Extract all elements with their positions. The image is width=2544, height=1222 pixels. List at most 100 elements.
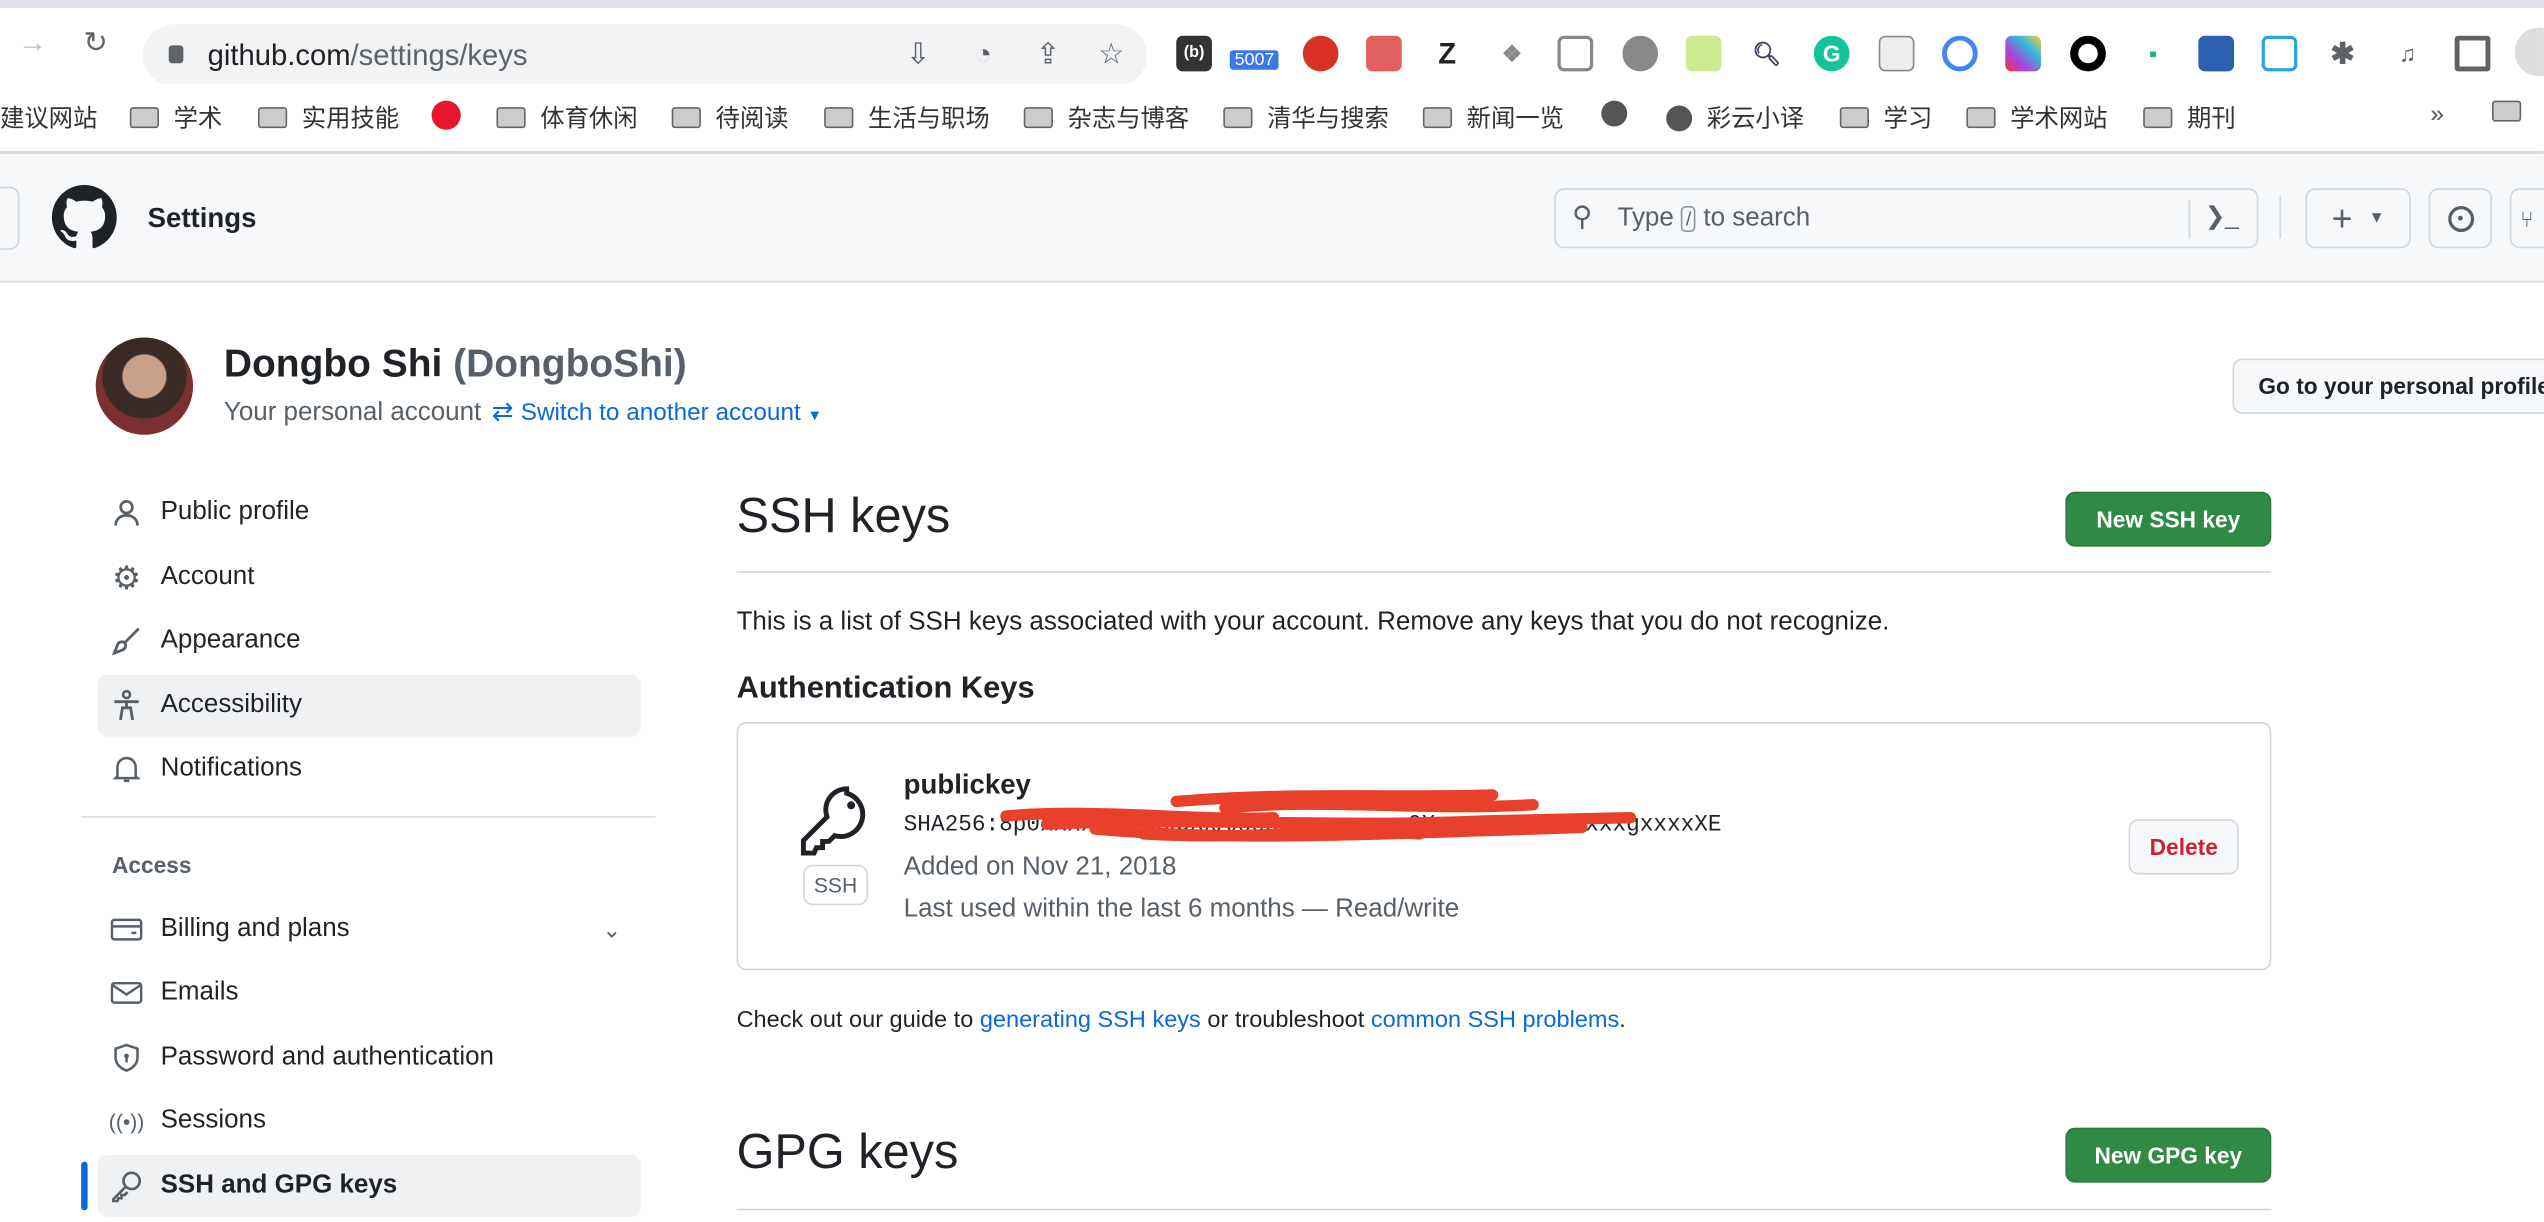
pull-requests-button[interactable]: ⑂ <box>2509 188 2544 249</box>
grammarly-icon[interactable]: G <box>1813 35 1850 72</box>
extension-e-icon[interactable] <box>1622 35 1659 72</box>
star-icon[interactable]: ☆ <box>1092 37 1131 71</box>
install-icon[interactable]: ⇩ <box>899 37 938 71</box>
share-icon[interactable]: ⇪ <box>1029 37 1068 71</box>
bookmark[interactable]: 生活与职场 <box>824 101 990 135</box>
extension-doc-icon[interactable] <box>1878 35 1915 72</box>
extension-cube-icon[interactable] <box>2005 35 2041 72</box>
extension-chat-icon[interactable]: ▪ <box>2135 36 2171 72</box>
search-icon: ⚲ <box>1572 201 1593 233</box>
switch-account-link[interactable]: Switch to another account ▼ <box>521 399 822 427</box>
bookmark[interactable]: 学术 <box>129 101 223 135</box>
switch-icon: ⇄ <box>491 399 514 427</box>
sidebar-item-ssh-gpg-keys[interactable]: SSH and GPG keys <box>97 1155 641 1217</box>
extension-brain-icon[interactable] <box>2198 35 2235 72</box>
sidepanel-icon[interactable] <box>2454 35 2491 72</box>
sidebar-item-billing[interactable]: Billing and plans ⌄ <box>97 899 641 961</box>
url-text: github.com/settings/keys <box>208 39 528 73</box>
sidebar-item-appearance[interactable]: Appearance <box>97 610 641 672</box>
sidebar-item-label: Public profile <box>160 498 310 526</box>
other-bookmarks[interactable] <box>2492 100 2522 122</box>
bookmark[interactable]: 建议网站 <box>0 101 97 135</box>
bookmark[interactable]: 实用技能 <box>257 101 399 135</box>
extension-magnifier-icon[interactable]: 🔍︎ <box>1749 36 1785 72</box>
globe-icon <box>1666 104 1693 131</box>
common-ssh-problems-link[interactable]: common SSH problems <box>1371 1008 1619 1034</box>
search-input[interactable]: ⚲ Type / to search ❯_ <box>1554 188 2259 249</box>
guide-text: or troubleshoot <box>1200 1007 1371 1034</box>
bookmark[interactable]: 待阅读 <box>671 101 789 135</box>
extension-pen-icon[interactable] <box>1942 35 1978 72</box>
bookmark[interactable]: 新闻一览 <box>1422 101 1564 135</box>
address-bar[interactable]: github.com/settings/keys ⇩ ◔ ⇪ ☆ <box>142 24 1148 86</box>
forward-icon[interactable]: → <box>13 26 52 60</box>
chevron-down-icon[interactable]: ⌄ <box>602 916 621 944</box>
folder-icon <box>1223 107 1253 129</box>
key-icon <box>800 786 866 856</box>
shield-lock-icon <box>110 1043 142 1072</box>
sidebar-item-label: Accessibility <box>160 691 302 719</box>
forest-icon[interactable] <box>1685 35 1722 72</box>
folder-icon <box>1422 107 1453 129</box>
bookmark[interactable]: 彩云小译 <box>1666 101 1804 135</box>
caret-down-icon: ▼ <box>2368 209 2385 228</box>
profile-name-line: Dongbo Shi (DongboShi) <box>224 342 687 387</box>
divider <box>736 1208 2272 1211</box>
bookmark-label: 学术 <box>173 105 223 134</box>
sidebar-item-notifications[interactable]: Notifications <box>97 738 641 800</box>
new-gpg-key-button[interactable]: New GPG key <box>2065 1127 2272 1183</box>
bookmark[interactable] <box>1601 100 1628 127</box>
create-new-button[interactable]: + ▼ <box>2305 188 2411 249</box>
sidebar-item-password[interactable]: Password and authentication <box>97 1027 641 1089</box>
extension-shield-icon[interactable] <box>1557 35 1594 72</box>
bookmark-label: 生活与职场 <box>867 105 990 134</box>
menu-button[interactable] <box>0 186 20 250</box>
divider <box>736 571 2272 573</box>
new-ssh-key-button[interactable]: New SSH key <box>2065 491 2272 547</box>
extension-b-icon[interactable]: (b) <box>1176 35 1212 72</box>
gear-icon: ⚙ <box>111 560 142 597</box>
globe-icon <box>1601 100 1628 127</box>
bookmark[interactable]: 清华与搜索 <box>1223 101 1389 135</box>
speed-icon[interactable]: ◔ <box>964 37 1003 71</box>
github-logo-icon[interactable] <box>51 184 117 250</box>
go-to-profile-button[interactable]: Go to your personal profile <box>2232 358 2544 414</box>
search-prefix: Type <box>1617 204 1674 233</box>
sidebar-item-label: Sessions <box>160 1106 266 1135</box>
puzzle-icon[interactable]: ✱ <box>2325 36 2361 72</box>
bookmark-label: 学习 <box>1883 105 1933 134</box>
sidebar-item-account[interactable]: ⚙ Account <box>97 547 641 609</box>
bookmark[interactable]: 学习 <box>1839 101 1933 135</box>
bookmark[interactable]: 体育休闲 <box>496 101 638 135</box>
key-last-used: Last used within the last 6 months — Rea… <box>903 895 1460 924</box>
sidebar-item-accessibility[interactable]: Accessibility <box>97 674 641 737</box>
command-palette-icon[interactable]: ❯_ <box>2205 201 2239 231</box>
divider <box>2188 199 2191 239</box>
delete-key-button[interactable]: Delete <box>2128 819 2239 875</box>
sidebar-item-public-profile[interactable]: Public profile <box>97 482 641 544</box>
active-indicator <box>81 1161 88 1211</box>
reload-icon[interactable]: ↻ <box>76 26 115 60</box>
weibo-bookmark[interactable] <box>431 100 461 130</box>
bookmark[interactable]: 期刊 <box>2143 101 2236 135</box>
folder-icon <box>671 107 701 129</box>
plus-icon: + <box>2331 197 2353 238</box>
extension-badge[interactable]: 5007 <box>1229 50 1280 70</box>
more-bookmarks-button[interactable]: » <box>2430 101 2444 129</box>
extension-z-icon[interactable]: Z <box>1429 36 1465 72</box>
extension-ring-icon[interactable] <box>2070 35 2106 72</box>
extension-red-icon[interactable] <box>1366 35 1402 72</box>
issues-button[interactable] <box>2428 188 2493 249</box>
media-icon[interactable]: ♫ <box>2390 36 2426 72</box>
bookmark[interactable]: 杂志与博客 <box>1023 101 1189 135</box>
generating-ssh-keys-link[interactable]: generating SSH keys <box>980 1008 1201 1034</box>
adblock-icon[interactable] <box>1302 35 1339 72</box>
bookmark[interactable]: 学术网站 <box>1966 101 2108 135</box>
bilibili-icon[interactable] <box>2261 35 2298 72</box>
dropbox-icon[interactable]: ❖ <box>1494 36 1530 72</box>
bookmark-label: 清华与搜索 <box>1267 105 1389 134</box>
profile-avatar-icon[interactable] <box>2514 27 2544 77</box>
sidebar-item-emails[interactable]: Emails <box>97 962 641 1024</box>
key-icon <box>110 1170 142 1203</box>
sidebar-item-sessions[interactable]: ((•)) Sessions <box>97 1090 641 1152</box>
